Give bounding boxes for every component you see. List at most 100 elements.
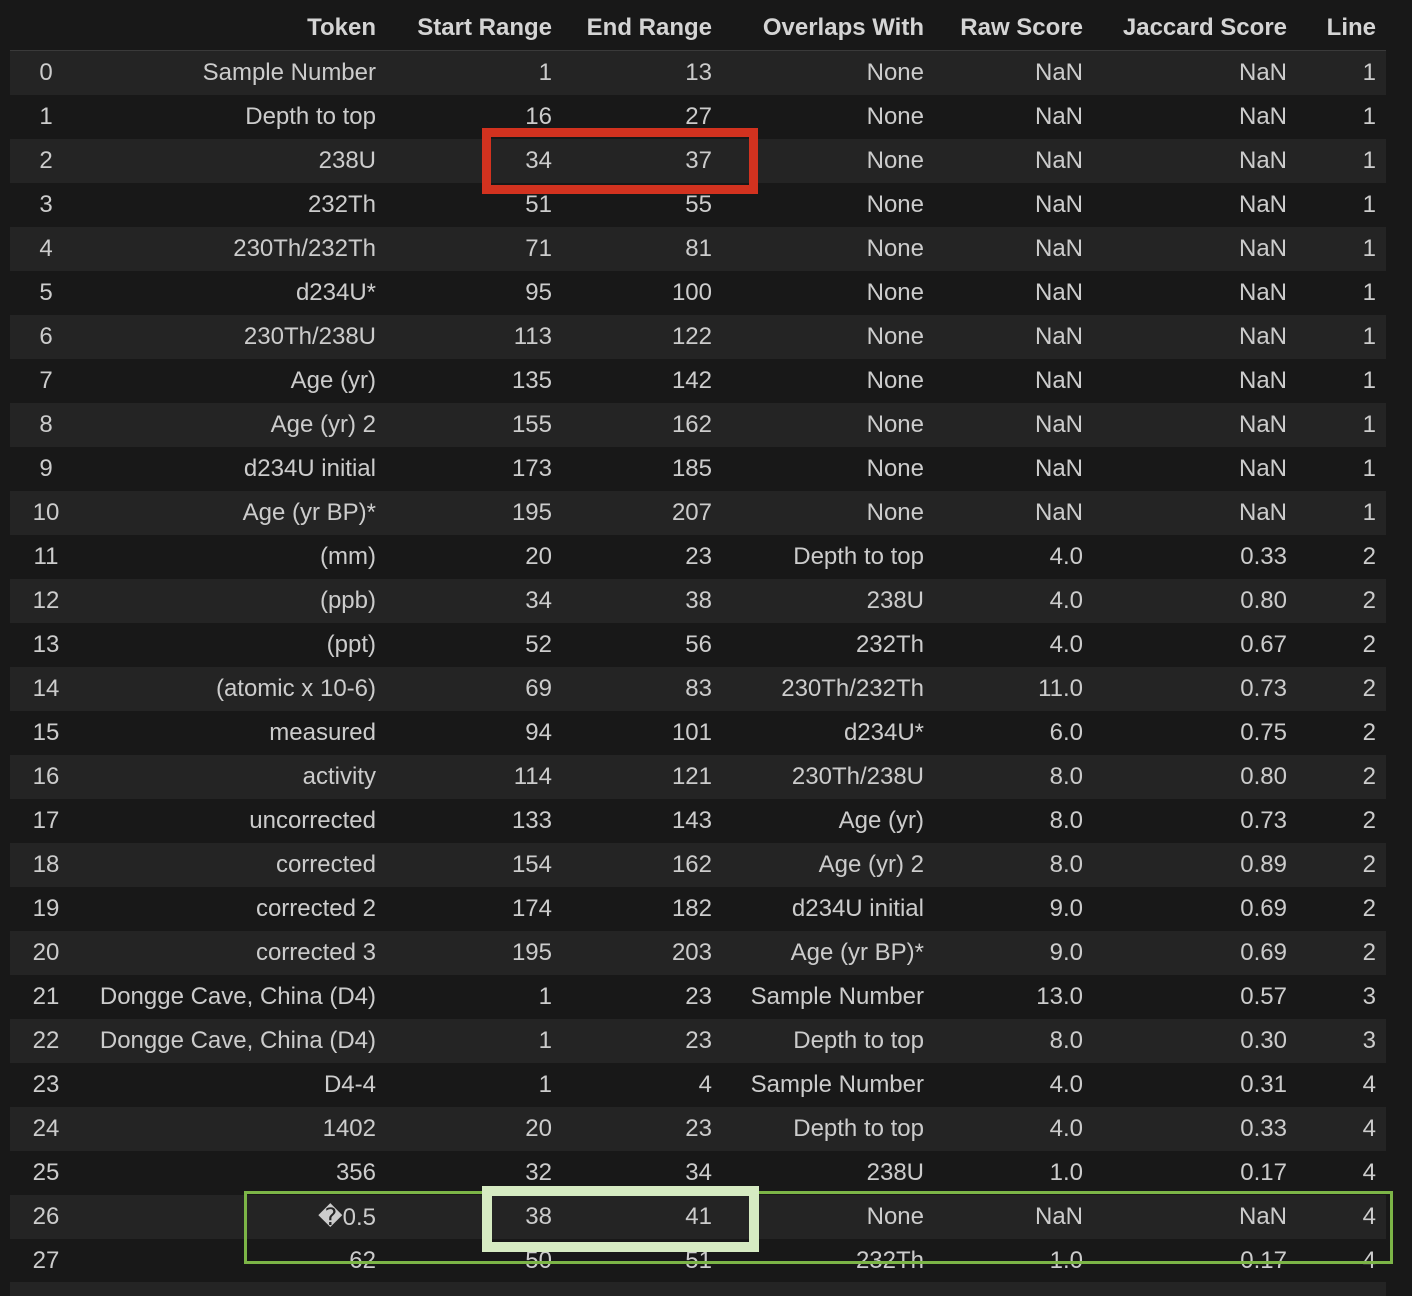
table-row: 12 (ppb) 34 38 238U 4.0 0.80 2 [10, 579, 1386, 623]
cell-index: 17 [10, 799, 82, 843]
cell-index: 9 [10, 447, 82, 491]
cell-raw-score: NaN [934, 139, 1093, 183]
cell-index: 6 [10, 315, 82, 359]
cell-index: 8 [10, 403, 82, 447]
cell-raw-score: 1.0 [934, 1239, 1093, 1283]
dataframe-output: Token Start Range End Range Overlaps Wit… [0, 0, 1412, 1296]
table-row: 8 Age (yr) 2 155 162 None NaN NaN 1 [10, 403, 1386, 447]
cell-line: 2 [1297, 931, 1386, 975]
cell-raw-score: 4.0 [934, 623, 1093, 667]
cell-start-range: 94 [386, 711, 562, 755]
cell-start-range: 71 [386, 227, 562, 271]
cell-start-range: 20 [386, 1107, 562, 1151]
cell-raw-score: 9.0 [934, 931, 1093, 975]
table-row: 7 Age (yr) 135 142 None NaN NaN 1 [10, 359, 1386, 403]
cell-start-range: 173 [386, 447, 562, 491]
cell-overlaps-with: Depth to top [722, 1019, 934, 1063]
cell-raw-score: NaN [934, 447, 1093, 491]
cell-jaccard-score: 0.80 [1093, 579, 1297, 623]
cell-index: 27 [10, 1239, 82, 1283]
cell-token: (atomic x 10-6) [82, 667, 386, 711]
cell-index: 0 [10, 50, 82, 95]
cell-end-range: 162 [562, 843, 722, 887]
cell-line: 4 [1297, 1063, 1386, 1107]
header-start-range: Start Range [386, 6, 562, 51]
cell-overlaps-with: None [722, 139, 934, 183]
cell-index: 14 [10, 667, 82, 711]
cell-jaccard-score: 0.33 [1093, 535, 1297, 579]
cell-raw-score: NaN [934, 227, 1093, 271]
cell-line: 4 [1297, 1151, 1386, 1195]
cell-end-range: 142 [562, 359, 722, 403]
cell-end-range: 83 [562, 667, 722, 711]
cell-jaccard-score: 0.33 [1093, 1107, 1297, 1151]
cell-line: 1 [1297, 359, 1386, 403]
table-row: 4 230Th/232Th 71 81 None NaN NaN 1 [10, 227, 1386, 271]
cell-end-range: 182 [562, 887, 722, 931]
cell-end-range: 23 [562, 1019, 722, 1063]
cell-overlaps-with: d234U* [722, 711, 934, 755]
cell-token: Dongge Cave, China (D4) [82, 975, 386, 1019]
cell-jaccard-score: NaN [1093, 95, 1297, 139]
cell-overlaps-with: d234U initial [722, 887, 934, 931]
cell-end-range: 162 [562, 403, 722, 447]
table-body: 0 Sample Number 1 13 None NaN NaN 1 1 Depth to to… [10, 50, 1386, 1283]
header-line: Line [1297, 6, 1386, 51]
cell-raw-score: 13.0 [934, 975, 1093, 1019]
cell-overlaps-with: 232Th [722, 623, 934, 667]
cell-token: Sample Number [82, 50, 386, 95]
cell-jaccard-score: 0.17 [1093, 1151, 1297, 1195]
cell-start-range: 16 [386, 95, 562, 139]
cell-line: 2 [1297, 843, 1386, 887]
cell-end-range: 81 [562, 227, 722, 271]
cell-overlaps-with: Sample Number [722, 975, 934, 1019]
cell-jaccard-score: 0.75 [1093, 711, 1297, 755]
cell-jaccard-score: NaN [1093, 1195, 1297, 1239]
cell-token: Depth to top [82, 95, 386, 139]
cell-line: 1 [1297, 315, 1386, 359]
cell-overlaps-with: 230Th/232Th [722, 667, 934, 711]
table-row: 16 activity 114 121 230Th/238U 8.0 0.80 2 [10, 755, 1386, 799]
cell-index: 2 [10, 139, 82, 183]
cell-token: activity [82, 755, 386, 799]
cell-jaccard-score: 0.31 [1093, 1063, 1297, 1107]
cell-start-range: 1 [386, 1063, 562, 1107]
cell-raw-score: 4.0 [934, 535, 1093, 579]
table-row: 22 Dongge Cave, China (D4) 1 23 Depth to top… [10, 1019, 1386, 1063]
cell-overlaps-with: None [722, 403, 934, 447]
cell-line: 1 [1297, 139, 1386, 183]
cell-index: 15 [10, 711, 82, 755]
cell-jaccard-score: NaN [1093, 183, 1297, 227]
cell-raw-score: 8.0 [934, 799, 1093, 843]
cell-start-range: 1 [386, 975, 562, 1019]
cell-jaccard-score: 0.69 [1093, 931, 1297, 975]
cell-line: 2 [1297, 667, 1386, 711]
cell-raw-score: NaN [934, 271, 1093, 315]
table-row: 0 Sample Number 1 13 None NaN NaN 1 [10, 50, 1386, 95]
cell-token: (ppt) [82, 623, 386, 667]
cell-token: Dongge Cave, China (D4) [82, 1019, 386, 1063]
header-jaccard-score: Jaccard Score [1093, 6, 1297, 51]
cell-overlaps-with: None [722, 359, 934, 403]
cell-end-range: 143 [562, 799, 722, 843]
cell-raw-score: 4.0 [934, 1107, 1093, 1151]
cell-raw-score: NaN [934, 1195, 1093, 1239]
cell-end-range: 23 [562, 535, 722, 579]
cell-index: 18 [10, 843, 82, 887]
cell-jaccard-score: 0.69 [1093, 887, 1297, 931]
cell-token: 1402 [82, 1107, 386, 1151]
table-row: 20 corrected 3 195 203 Age (yr BP)* 9.0 0.69 2 [10, 931, 1386, 975]
cell-jaccard-score: 0.67 [1093, 623, 1297, 667]
cell-index: 3 [10, 183, 82, 227]
cell-token: Age (yr BP)* [82, 491, 386, 535]
cell-overlaps-with: 238U [722, 579, 934, 623]
cell-line: 2 [1297, 799, 1386, 843]
cell-token: measured [82, 711, 386, 755]
partial-row [10, 1282, 1386, 1296]
cell-token: 62 [82, 1239, 386, 1283]
cell-index: 12 [10, 579, 82, 623]
table-row: 21 Dongge Cave, China (D4) 1 23 Sample Numbe… [10, 975, 1386, 1019]
cell-raw-score: NaN [934, 95, 1093, 139]
cell-token: (mm) [82, 535, 386, 579]
cell-jaccard-score: 0.73 [1093, 799, 1297, 843]
